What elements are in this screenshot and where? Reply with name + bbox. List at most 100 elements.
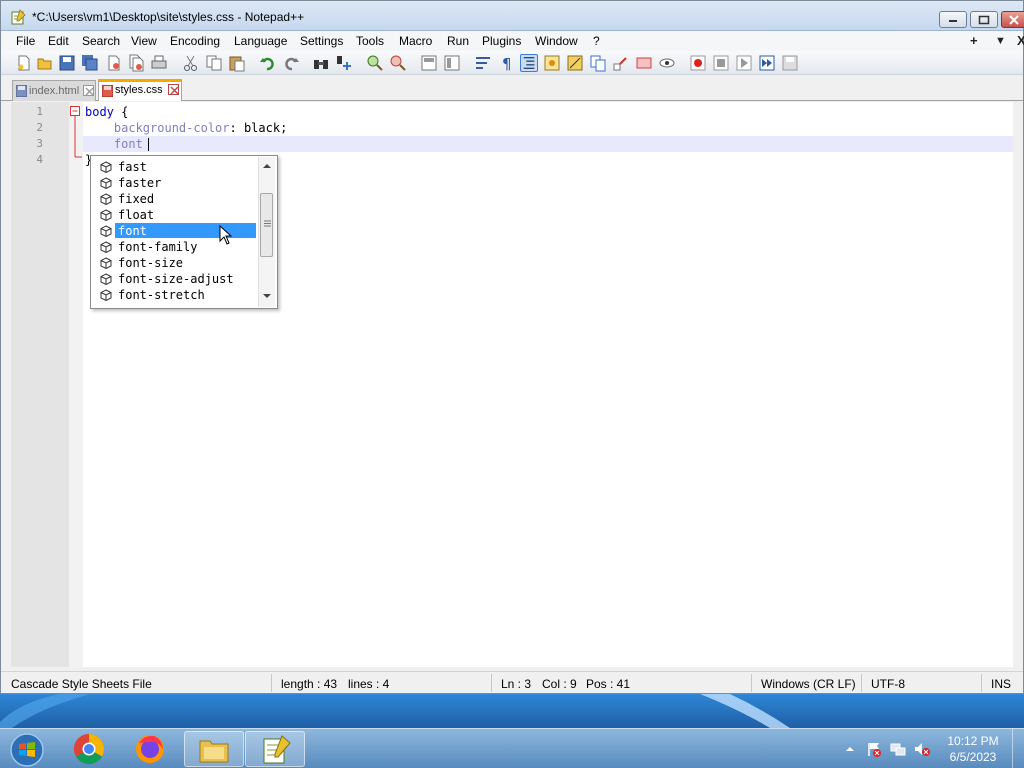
zoom-out-icon[interactable] xyxy=(389,54,407,72)
status-line: Ln : 3 xyxy=(501,677,532,691)
fold-margin xyxy=(69,102,83,667)
scroll-down-icon[interactable] xyxy=(263,293,271,299)
function-list-icon[interactable] xyxy=(589,54,607,72)
status-insert-mode[interactable]: INS xyxy=(991,677,1011,691)
redo-icon[interactable] xyxy=(282,54,300,72)
title-bar[interactable]: *C:\Users\vm1\Desktop\site\styles.css - … xyxy=(1,1,1024,31)
show-all-chars-icon[interactable]: ¶ xyxy=(497,54,515,72)
save-macro-icon[interactable] xyxy=(781,54,799,72)
grip-icon xyxy=(264,220,271,227)
monitoring-icon[interactable] xyxy=(635,54,653,72)
action-center-icon[interactable] xyxy=(866,741,882,757)
menu-search[interactable]: Search xyxy=(82,34,120,48)
menu-window[interactable]: Window xyxy=(535,34,578,48)
print-icon[interactable] xyxy=(150,54,168,72)
paste-icon[interactable] xyxy=(228,54,246,72)
scroll-thumb[interactable] xyxy=(260,193,273,257)
taskbar-notepadpp[interactable] xyxy=(245,731,305,767)
minimize-button[interactable] xyxy=(939,11,967,28)
autocomplete-item[interactable]: font-family xyxy=(99,239,259,255)
autocomplete-item[interactable]: font-size-adjust xyxy=(99,271,259,287)
sync-vertical-icon[interactable] xyxy=(420,54,438,72)
tab-label: index.html xyxy=(29,85,80,97)
system-clock[interactable]: 10:12 PM 6/5/2023 xyxy=(942,733,1004,765)
taskbar-chrome[interactable] xyxy=(60,731,120,767)
file-modified-icon xyxy=(102,85,113,97)
autocomplete-list[interactable]: fast faster fixed float font font-family… xyxy=(90,155,278,309)
menu-run[interactable]: Run xyxy=(447,34,469,48)
cube-icon xyxy=(100,193,112,205)
status-eol[interactable]: Windows (CR LF) xyxy=(761,677,856,691)
autocomplete-item[interactable]: font-size xyxy=(99,255,259,271)
status-encoding[interactable]: UTF-8 xyxy=(871,677,905,691)
cube-icon xyxy=(100,225,112,237)
tab-index-html[interactable]: index.html xyxy=(12,80,96,101)
menu-plugins[interactable]: Plugins xyxy=(482,34,521,48)
sync-horizontal-icon[interactable] xyxy=(443,54,461,72)
copy-icon[interactable] xyxy=(205,54,223,72)
autocomplete-selected-item[interactable]: font xyxy=(115,223,256,238)
fold-minus-icon[interactable] xyxy=(69,105,83,165)
autocomplete-item[interactable]: float xyxy=(99,207,259,223)
record-macro-icon[interactable] xyxy=(689,54,707,72)
doc-map-icon[interactable] xyxy=(566,54,584,72)
text-caret xyxy=(148,138,149,151)
menu-macro[interactable]: Macro xyxy=(399,34,432,48)
maximize-button[interactable] xyxy=(970,11,998,28)
undo-icon[interactable] xyxy=(259,54,277,72)
save-icon[interactable] xyxy=(58,54,76,72)
find-icon[interactable] xyxy=(312,54,330,72)
close-doc-button[interactable]: X xyxy=(1017,33,1024,48)
autocomplete-item[interactable]: fixed xyxy=(99,191,259,207)
close-icon[interactable] xyxy=(105,54,123,72)
taskbar-explorer[interactable] xyxy=(184,731,244,767)
scroll-up-icon[interactable] xyxy=(263,163,271,169)
menu-edit[interactable]: Edit xyxy=(48,34,69,48)
start-button[interactable] xyxy=(2,731,52,767)
replace-icon[interactable] xyxy=(335,54,353,72)
menu-settings[interactable]: Settings xyxy=(300,34,343,48)
typed-text: font xyxy=(113,137,143,151)
tab-close-icon[interactable] xyxy=(83,85,94,96)
run-multiple-macro-icon[interactable] xyxy=(758,54,776,72)
menu-encoding[interactable]: Encoding xyxy=(170,34,220,48)
new-tab-plus-button[interactable]: + xyxy=(970,33,978,48)
tab-bar: index.html styles.css xyxy=(1,77,1023,101)
tab-list-dropdown-button[interactable]: ▼ xyxy=(995,35,1006,47)
vertical-scrollbar[interactable] xyxy=(1013,102,1023,667)
cube-icon xyxy=(100,273,112,285)
autocomplete-item[interactable]: faster xyxy=(99,175,259,191)
word-wrap-icon[interactable] xyxy=(474,54,492,72)
volume-muted-icon[interactable] xyxy=(914,741,930,757)
status-column: Col : 9 xyxy=(542,677,577,691)
close-button[interactable] xyxy=(1001,11,1024,28)
cut-icon[interactable] xyxy=(182,54,200,72)
new-icon[interactable] xyxy=(15,54,33,72)
play-macro-icon[interactable] xyxy=(735,54,753,72)
tab-close-icon[interactable] xyxy=(168,84,179,95)
css-property: background-color xyxy=(113,121,230,135)
menu-help[interactable]: ? xyxy=(593,34,600,48)
open-icon[interactable] xyxy=(36,54,54,72)
menu-language[interactable]: Language xyxy=(234,34,287,48)
show-desktop-button[interactable] xyxy=(1012,729,1024,768)
autocomplete-scrollbar[interactable] xyxy=(258,157,275,307)
menu-view[interactable]: View xyxy=(131,34,157,48)
stop-macro-icon[interactable] xyxy=(712,54,730,72)
autocomplete-item[interactable]: fast xyxy=(99,159,259,175)
close-all-icon[interactable] xyxy=(127,54,145,72)
menu-tools[interactable]: Tools xyxy=(356,34,384,48)
show-hidden-icons-icon[interactable] xyxy=(844,743,860,759)
indent-guide-icon[interactable] xyxy=(520,54,538,72)
tab-styles-css[interactable]: styles.css xyxy=(98,79,182,101)
save-all-icon[interactable] xyxy=(81,54,99,72)
taskbar-firefox[interactable] xyxy=(121,731,181,767)
status-position: Pos : 41 xyxy=(586,677,631,691)
zoom-in-icon[interactable] xyxy=(366,54,384,72)
udl-icon[interactable] xyxy=(543,54,561,72)
eye-icon[interactable] xyxy=(658,54,676,72)
folder-workspace-icon[interactable] xyxy=(612,54,630,72)
autocomplete-item[interactable]: font-stretch xyxy=(99,287,259,303)
menu-file[interactable]: File xyxy=(16,34,35,48)
network-icon[interactable] xyxy=(890,741,906,757)
